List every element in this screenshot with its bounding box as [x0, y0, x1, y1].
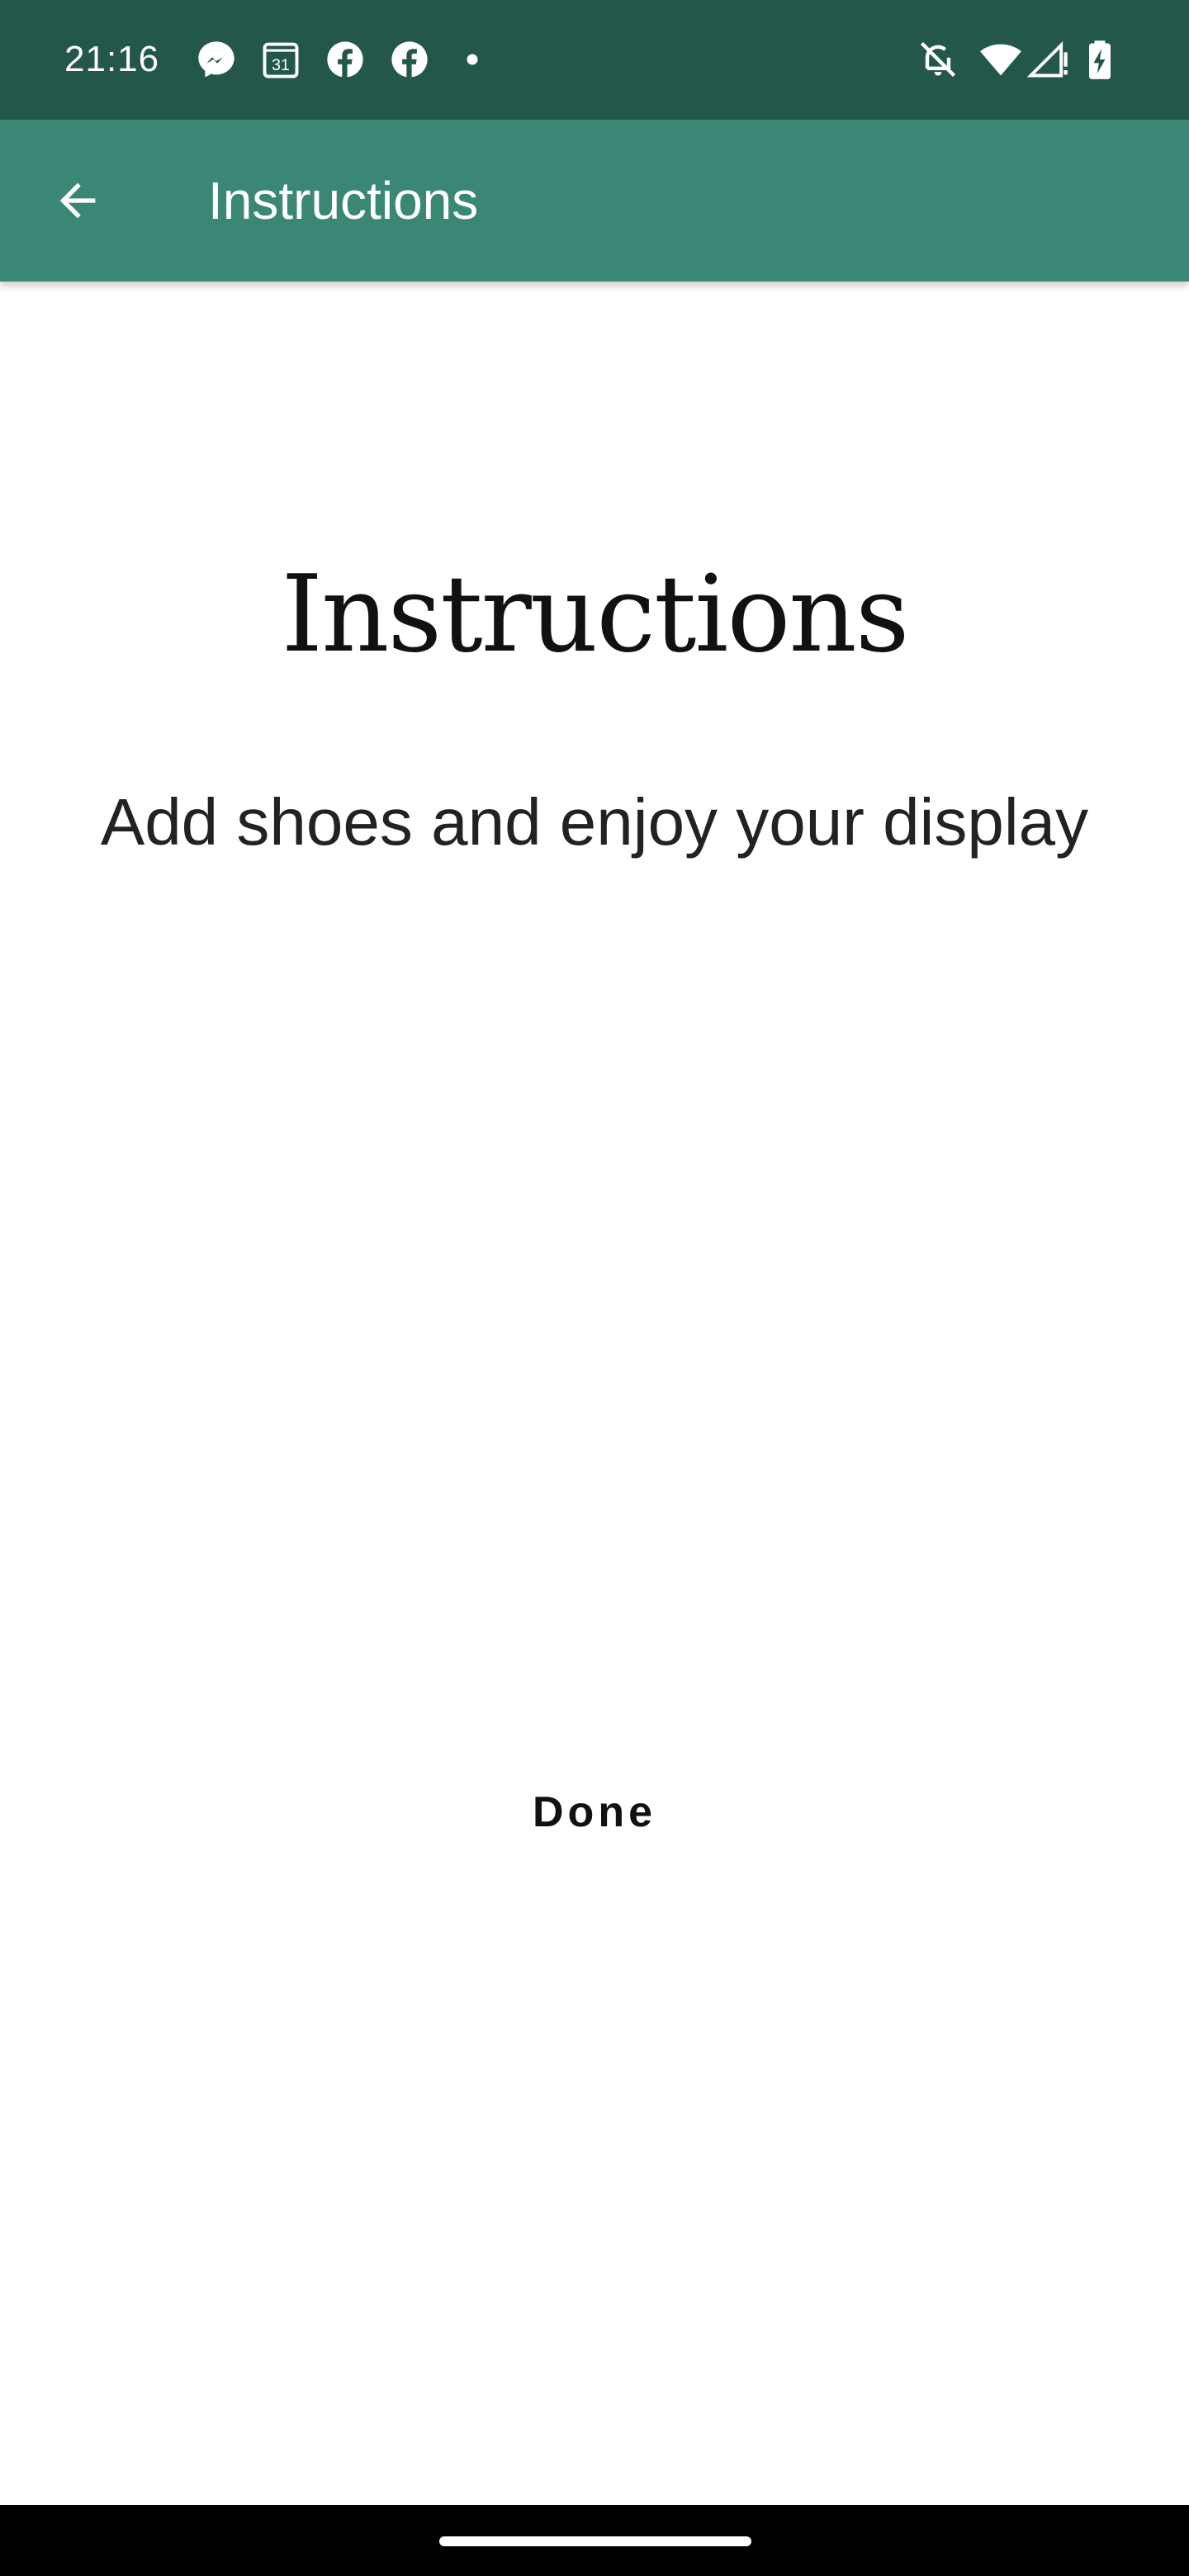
wifi-icon [980, 44, 1021, 76]
status-bar: 21:16 31 [0, 0, 1189, 120]
arrow-back-icon [59, 182, 96, 219]
page-heading: Instructions [281, 553, 910, 676]
calendar-day-text: 31 [272, 56, 290, 74]
signal-no-data-icon [1027, 40, 1068, 78]
messenger-icon [198, 41, 234, 78]
facebook-icon [391, 41, 428, 78]
more-dot-icon [467, 54, 478, 65]
done-button[interactable]: Done [462, 1767, 727, 1858]
back-button[interactable] [38, 161, 117, 240]
bell-off-icon [920, 41, 956, 78]
battery-charging-icon [1089, 40, 1111, 79]
calendar-icon: 31 [263, 42, 299, 78]
app-bar: Instructions [0, 120, 1189, 282]
app-bar-title: Instructions [208, 171, 479, 230]
status-time: 21:16 [64, 39, 160, 79]
system-nav-bar [0, 2505, 1189, 2576]
page-subtitle: Add shoes and enjoy your display [100, 785, 1089, 859]
facebook-icon [327, 41, 363, 78]
home-gesture-handle[interactable] [439, 2536, 751, 2546]
